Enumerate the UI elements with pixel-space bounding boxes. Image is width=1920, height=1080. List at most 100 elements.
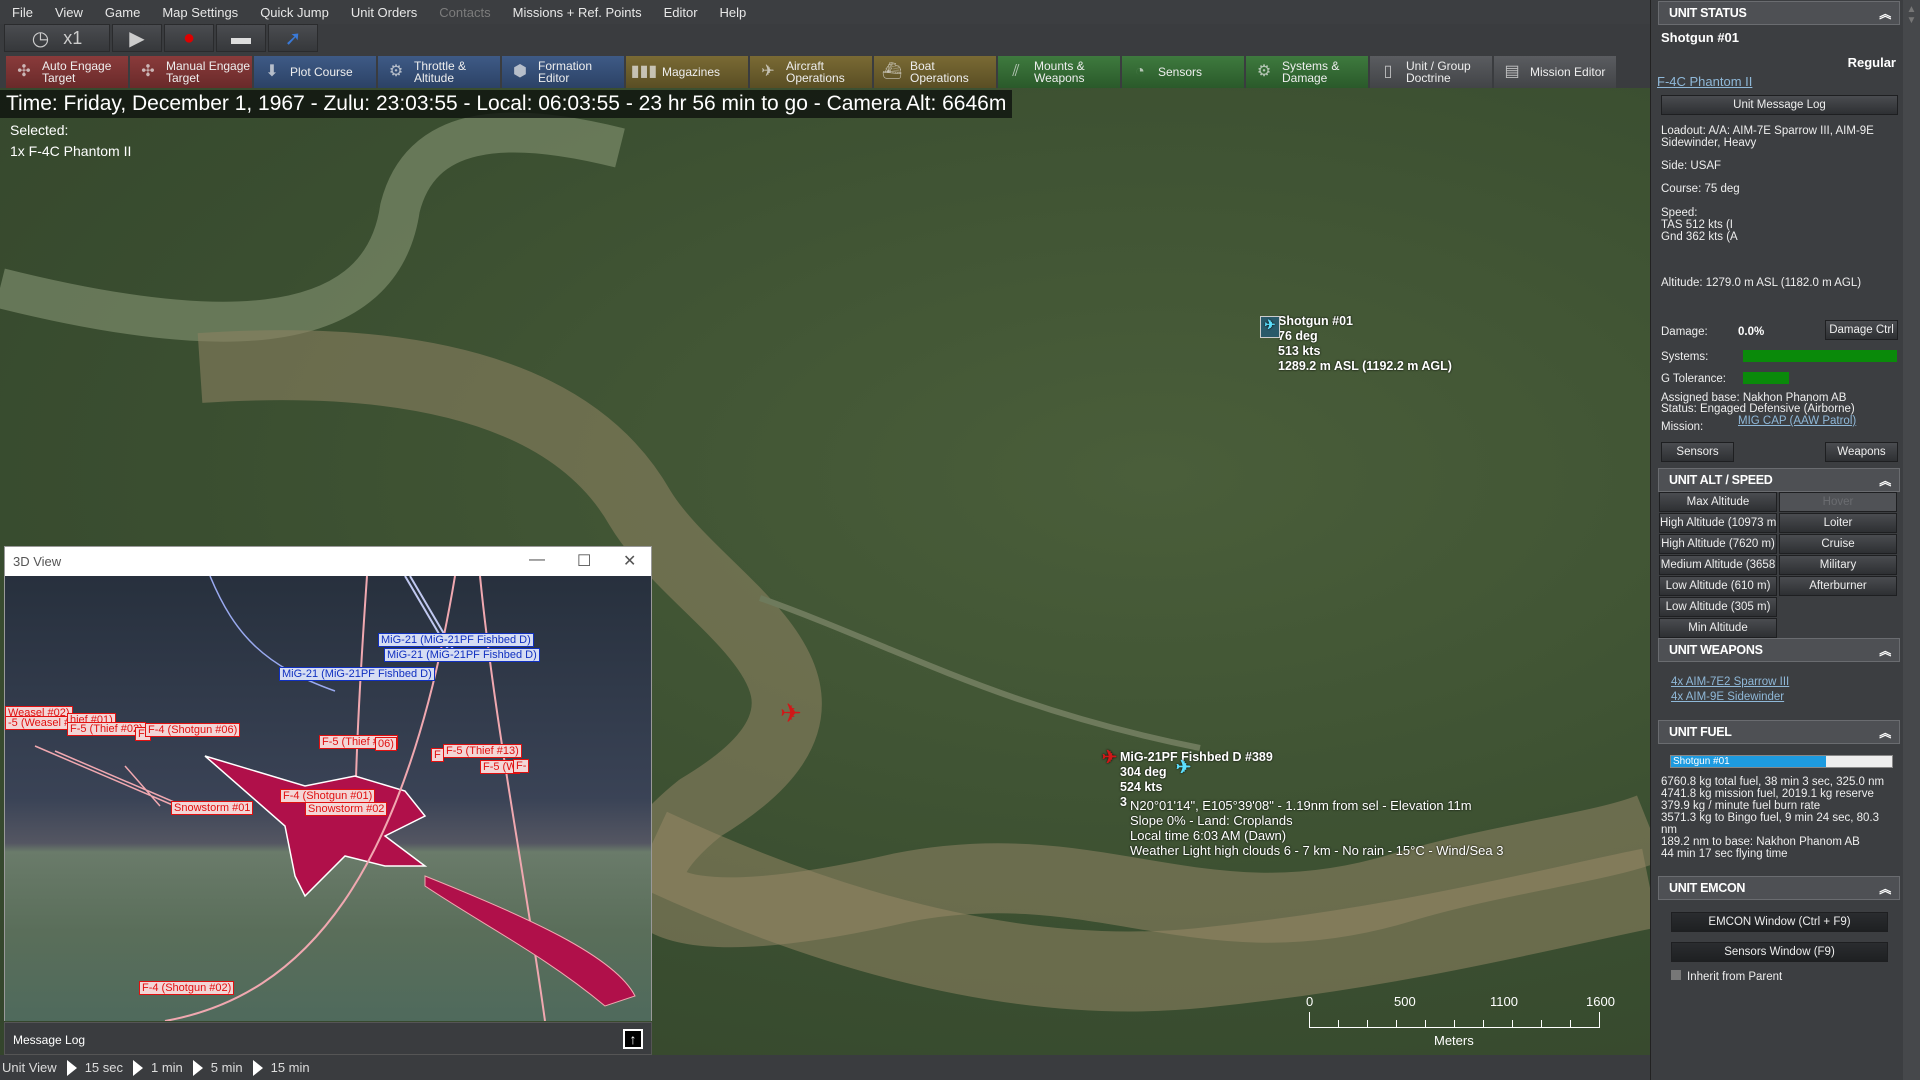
toolbar-button-throttle-altitude[interactable]: ⚙ Throttle & Altitude: [378, 56, 500, 88]
play-button[interactable]: ▶: [112, 24, 162, 52]
unit-marker-shotgun[interactable]: ✈ Shotgun #01 76 deg 513 kts 1289.2 m ASL (…: [1260, 314, 1452, 374]
collapse-icon[interactable]: ︽: [1879, 724, 1891, 741]
aircraft-icon: ✈: [1260, 316, 1280, 338]
collapse-icon[interactable]: ︽: [1879, 642, 1891, 659]
step-1min[interactable]: 1 min: [151, 1060, 183, 1075]
3d-scene[interactable]: MiG-21 (MiG-21PF Fishbed D) MiG-21 (MiG-…: [5, 576, 651, 1021]
menu-bar: File View Game Map Settings Quick Jump U…: [0, 0, 1650, 24]
toolbar-button-magazines[interactable]: ▮▮▮ Magazines: [626, 56, 748, 88]
speed-button[interactable]: Cruise: [1779, 534, 1897, 554]
menu-help[interactable]: Help: [720, 5, 747, 20]
toolbar-button-unit-group-doctrine[interactable]: ▯ Unit / Group Doctrine: [1370, 56, 1492, 88]
altitude-button[interactable]: Medium Altitude (3658: [1659, 555, 1777, 575]
contrail: [424, 875, 636, 1007]
menu-file[interactable]: File: [12, 5, 33, 20]
enemy-aircraft-icon[interactable]: ✈: [780, 698, 802, 729]
menu-unit-orders[interactable]: Unit Orders: [351, 5, 417, 20]
doctrine-icon: ▯: [1383, 63, 1393, 80]
collapse-icon[interactable]: ︽: [1879, 5, 1891, 22]
speed-button[interactable]: Afterburner: [1779, 576, 1897, 596]
toolbar-button-mounts-weapons[interactable]: ⫽ Mounts & Weapons: [998, 56, 1120, 88]
collapse-icon[interactable]: ︽: [1879, 472, 1891, 489]
emcon-window-button[interactable]: EMCON Window (Ctrl + F9): [1671, 912, 1888, 932]
systems-label: Systems:: [1661, 351, 1709, 363]
scroll-up-icon[interactable]: ▲: [1903, 4, 1920, 15]
record-icon: ●: [182, 26, 196, 49]
altitude-button[interactable]: Max Altitude: [1659, 492, 1777, 512]
unit-type-link[interactable]: F-4C Phantom II: [1657, 75, 1752, 88]
weapon-link[interactable]: 4x AIM-9E Sidewinder: [1671, 691, 1784, 703]
toolbar-button-aircraft-operations[interactable]: ✈ Aircraft Operations: [750, 56, 872, 88]
unit-fuel-header[interactable]: UNIT FUEL ︽: [1658, 720, 1900, 744]
altitude-button[interactable]: Min Altitude: [1659, 618, 1777, 638]
g-tolerance-label: G Tolerance:: [1661, 373, 1726, 385]
altitude-button[interactable]: Low Altitude (610 m): [1659, 576, 1777, 596]
speed-button[interactable]: Military: [1779, 555, 1897, 575]
menu-game[interactable]: Game: [105, 5, 140, 20]
toolbar-button-auto-engage-target[interactable]: ✣ Auto Engage Target: [6, 56, 128, 88]
toolbar-button-mission-editor[interactable]: ▤ Mission Editor: [1494, 56, 1616, 88]
maximize-icon[interactable]: ☐: [577, 551, 591, 571]
altitude-button[interactable]: High Altitude (7620 m): [1659, 534, 1777, 554]
message-log-bar[interactable]: Message Log ↑: [4, 1022, 652, 1055]
speed-button[interactable]: Loiter: [1779, 513, 1897, 533]
toolbar-button-systems-damage[interactable]: ⚙ Systems & Damage: [1246, 56, 1368, 88]
unit-message-log-button[interactable]: Unit Message Log: [1661, 95, 1898, 115]
menu-editor[interactable]: Editor: [664, 5, 698, 20]
3d-label: F-5 (Thief #13): [443, 744, 522, 758]
cursor-info: N20°01'14", E105°39'08" - 1.19nm from se…: [1130, 798, 1504, 858]
panel-scrollbar[interactable]: ▲ ▼: [1903, 0, 1920, 1080]
altitude-button[interactable]: High Altitude (10973 m: [1659, 513, 1777, 533]
unit-status-header[interactable]: UNIT STATUS ︽: [1658, 1, 1900, 25]
checkbox-icon[interactable]: [1671, 970, 1681, 980]
altitude-button[interactable]: Low Altitude (305 m): [1659, 597, 1777, 617]
jump-button[interactable]: ➚: [268, 24, 318, 52]
toolbar-button-plot-course[interactable]: ⬇ Plot Course: [254, 56, 376, 88]
toolbar-button-formation-editor[interactable]: ⬢ Formation Editor: [502, 56, 624, 88]
menu-missions[interactable]: Missions + Ref. Points: [513, 5, 642, 20]
play-step-icon[interactable]: [192, 1059, 203, 1076]
play-step-icon[interactable]: [133, 1059, 143, 1076]
course-icon: ⬇: [265, 63, 279, 80]
time-compression-button[interactable]: ◷ x1: [4, 24, 110, 52]
damage-ctrl-button[interactable]: Damage Ctrl: [1825, 320, 1898, 340]
scroll-down-icon[interactable]: ▼: [1903, 15, 1920, 26]
mission-link[interactable]: MIG CAP (AAW Patrol): [1738, 415, 1856, 427]
view-button[interactable]: ▬: [216, 24, 266, 52]
menu-map-settings[interactable]: Map Settings: [162, 5, 238, 20]
weapons-button[interactable]: Weapons: [1825, 442, 1898, 462]
sensors-window-button[interactable]: Sensors Window (F9): [1671, 942, 1888, 962]
minimize-icon[interactable]: —: [529, 551, 545, 569]
play-step-icon[interactable]: [252, 1059, 263, 1076]
play-step-icon[interactable]: [66, 1059, 77, 1076]
collapse-icon[interactable]: ︽: [1879, 880, 1891, 897]
step-15min[interactable]: 15 min: [271, 1060, 310, 1075]
unit-alt-speed-header[interactable]: UNIT ALT / SPEED ︽: [1658, 468, 1900, 492]
step-15sec[interactable]: 15 sec: [85, 1060, 123, 1075]
unit-name: Shotgun #01: [1661, 30, 1740, 45]
step-5min[interactable]: 5 min: [211, 1060, 243, 1075]
menu-view[interactable]: View: [55, 5, 83, 20]
mission-icon: ▤: [1504, 63, 1520, 80]
toolbar-button-boat-operations[interactable]: ⛴ Boat Operations: [874, 56, 996, 88]
sensors-button[interactable]: Sensors: [1661, 442, 1734, 462]
weapon-link[interactable]: 4x AIM-7E2 Sparrow III: [1671, 676, 1789, 688]
toolbar-button-sensors[interactable]: ◔ Sensors: [1122, 56, 1244, 88]
unit-emcon-header[interactable]: UNIT EMCON ︽: [1658, 876, 1900, 900]
g-tolerance-bar: [1743, 372, 1897, 384]
time-controls: ◷ x1 ▶ ● ▬ ➚: [4, 24, 318, 54]
expand-up-icon[interactable]: ↑: [623, 1029, 643, 1049]
record-button[interactable]: ●: [164, 24, 214, 52]
selected-value: 1x F-4C Phantom II: [10, 143, 132, 159]
toolbar-button-manual-engage-target[interactable]: ✣ Manual Engage Target: [130, 56, 252, 88]
loadout: Loadout: A/A: AIM-7E Sparrow III, AIM-9E…: [1661, 125, 1874, 149]
unit-weapons-header[interactable]: UNIT WEAPONS ︽: [1658, 638, 1900, 662]
menu-quick-jump[interactable]: Quick Jump: [260, 5, 329, 20]
scale-bar: [1309, 1012, 1600, 1028]
damage-label: Damage:: [1661, 326, 1708, 338]
speed-tas: TAS 512 kts (I: [1661, 219, 1734, 231]
close-icon[interactable]: ✕: [623, 551, 636, 571]
inherit-checkbox[interactable]: Inherit from Parent: [1671, 970, 1782, 983]
3d-label: 06): [375, 737, 397, 751]
window-title: 3D View: [13, 554, 62, 569]
